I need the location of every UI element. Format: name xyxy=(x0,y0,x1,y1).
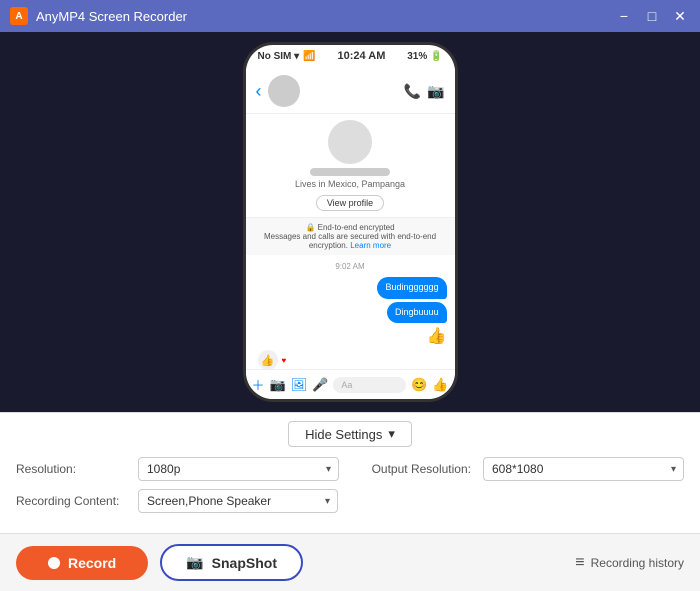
profile-section: Lives in Mexico, Pampanga View profile xyxy=(246,114,455,218)
recording-history-button[interactable]: ≡ Recording history xyxy=(575,554,684,572)
output-resolution-select-wrapper: 608*1080 ▾ xyxy=(483,457,684,481)
profile-name-blur xyxy=(310,168,390,176)
encryption-notice: 🔒 End-to-end encrypted Messages and call… xyxy=(246,218,455,255)
snapshot-button[interactable]: 📷 SnapShot xyxy=(160,544,303,581)
messenger-input-bar: ＋ 📷 🖼 🎤 Aa 😊 👍 xyxy=(246,369,455,399)
phone-status-bar: No SIM ▾ 📶 10:24 AM 31% 🔋 xyxy=(246,45,455,67)
output-resolution-label: Output Resolution: xyxy=(351,462,471,476)
learn-more-link[interactable]: Learn more xyxy=(350,241,391,250)
hide-settings-row: Hide Settings ▾ xyxy=(16,413,684,457)
like-icon[interactable]: 👍 xyxy=(432,377,448,393)
recording-content-label: Recording Content: xyxy=(16,494,126,508)
title-bar: A AnyMP4 Screen Recorder − □ ✕ xyxy=(0,0,700,32)
menu-lines-icon: ≡ xyxy=(575,554,584,572)
settings-panel: Hide Settings ▾ Resolution: 1080p ▾ Outp… xyxy=(0,412,700,533)
heart-icon: ♥ xyxy=(282,356,287,365)
view-profile-button[interactable]: View profile xyxy=(316,195,384,211)
snapshot-label: SnapShot xyxy=(212,555,277,571)
resolution-select[interactable]: 1080p xyxy=(138,457,339,481)
thumbs-up-reaction: 👍 xyxy=(427,326,447,346)
resolution-select-wrapper: 1080p ▾ xyxy=(138,457,339,481)
record-button[interactable]: Record xyxy=(16,546,148,580)
status-time: 10:24 AM xyxy=(338,50,386,62)
settings-row-2: Recording Content: Screen,Phone Speaker … xyxy=(16,489,684,513)
phone-call-icon[interactable]: 📞 xyxy=(404,83,421,100)
phone-screen: ‹ 📞 📷 Lives in Mexico, Pampanga View pro… xyxy=(246,67,455,399)
close-button[interactable]: ✕ xyxy=(670,6,690,26)
record-label: Record xyxy=(68,555,116,571)
profile-location: Lives in Mexico, Pampanga xyxy=(256,179,445,189)
image-icon[interactable]: 🖼 xyxy=(291,377,308,393)
emoji-icon[interactable]: 😊 xyxy=(411,377,427,393)
chevron-down-icon: ▾ xyxy=(388,426,395,442)
video-call-icon[interactable]: 📷 xyxy=(427,83,444,100)
window-controls: − □ ✕ xyxy=(614,6,690,26)
recording-content-select-wrapper: Screen,Phone Speaker ▾ xyxy=(138,489,338,513)
recording-content-select[interactable]: Screen,Phone Speaker xyxy=(138,489,338,513)
thumbs-up-bubble: 👍 xyxy=(258,350,278,369)
recording-history-label: Recording history xyxy=(591,556,684,570)
hide-settings-label: Hide Settings xyxy=(305,427,382,442)
phone-mockup: No SIM ▾ 📶 10:24 AM 31% 🔋 ‹ 📞 📷 Live xyxy=(243,42,458,402)
chat-timestamp: 9:02 AM xyxy=(254,262,447,271)
add-icon[interactable]: ＋ xyxy=(252,375,265,394)
app-title: AnyMP4 Screen Recorder xyxy=(36,9,614,24)
encryption-body: Messages and calls are secured with end-… xyxy=(256,232,445,250)
profile-avatar xyxy=(328,120,372,164)
camera-icon[interactable]: 📷 xyxy=(270,377,286,393)
reaction-row: 👍 ♥ xyxy=(258,350,447,369)
messenger-header: ‹ 📞 📷 xyxy=(246,67,455,114)
status-battery: 31% 🔋 xyxy=(407,51,442,62)
encryption-title: 🔒 End-to-end encrypted xyxy=(256,223,445,232)
app-icon: A xyxy=(10,7,28,25)
camera-snapshot-icon: 📷 xyxy=(186,554,203,571)
contact-avatar xyxy=(268,75,300,107)
message-bubble-2: Dingbuuuu xyxy=(387,302,447,324)
minimize-button[interactable]: − xyxy=(614,6,634,26)
output-resolution-select[interactable]: 608*1080 xyxy=(483,457,684,481)
message-bubble-1: Budingggggg xyxy=(377,277,446,299)
main-area: No SIM ▾ 📶 10:24 AM 31% 🔋 ‹ 📞 📷 Live xyxy=(0,32,700,412)
resolution-label: Resolution: xyxy=(16,462,126,476)
back-icon[interactable]: ‹ xyxy=(256,81,262,102)
status-carrier: No SIM ▾ 📶 xyxy=(258,51,316,62)
maximize-button[interactable]: □ xyxy=(642,6,662,26)
chat-body: 9:02 AM Budingggggg Dingbuuuu 👍 👍 ♥ You … xyxy=(246,255,455,369)
settings-row-1: Resolution: 1080p ▾ Output Resolution: 6… xyxy=(16,457,684,481)
message-input[interactable]: Aa xyxy=(333,377,406,393)
record-circle-icon xyxy=(48,557,60,569)
hide-settings-button[interactable]: Hide Settings ▾ xyxy=(288,421,412,447)
header-actions: 📞 📷 xyxy=(404,83,445,100)
mic-icon[interactable]: 🎤 xyxy=(312,377,328,393)
action-bar: Record 📷 SnapShot ≡ Recording history xyxy=(0,533,700,591)
